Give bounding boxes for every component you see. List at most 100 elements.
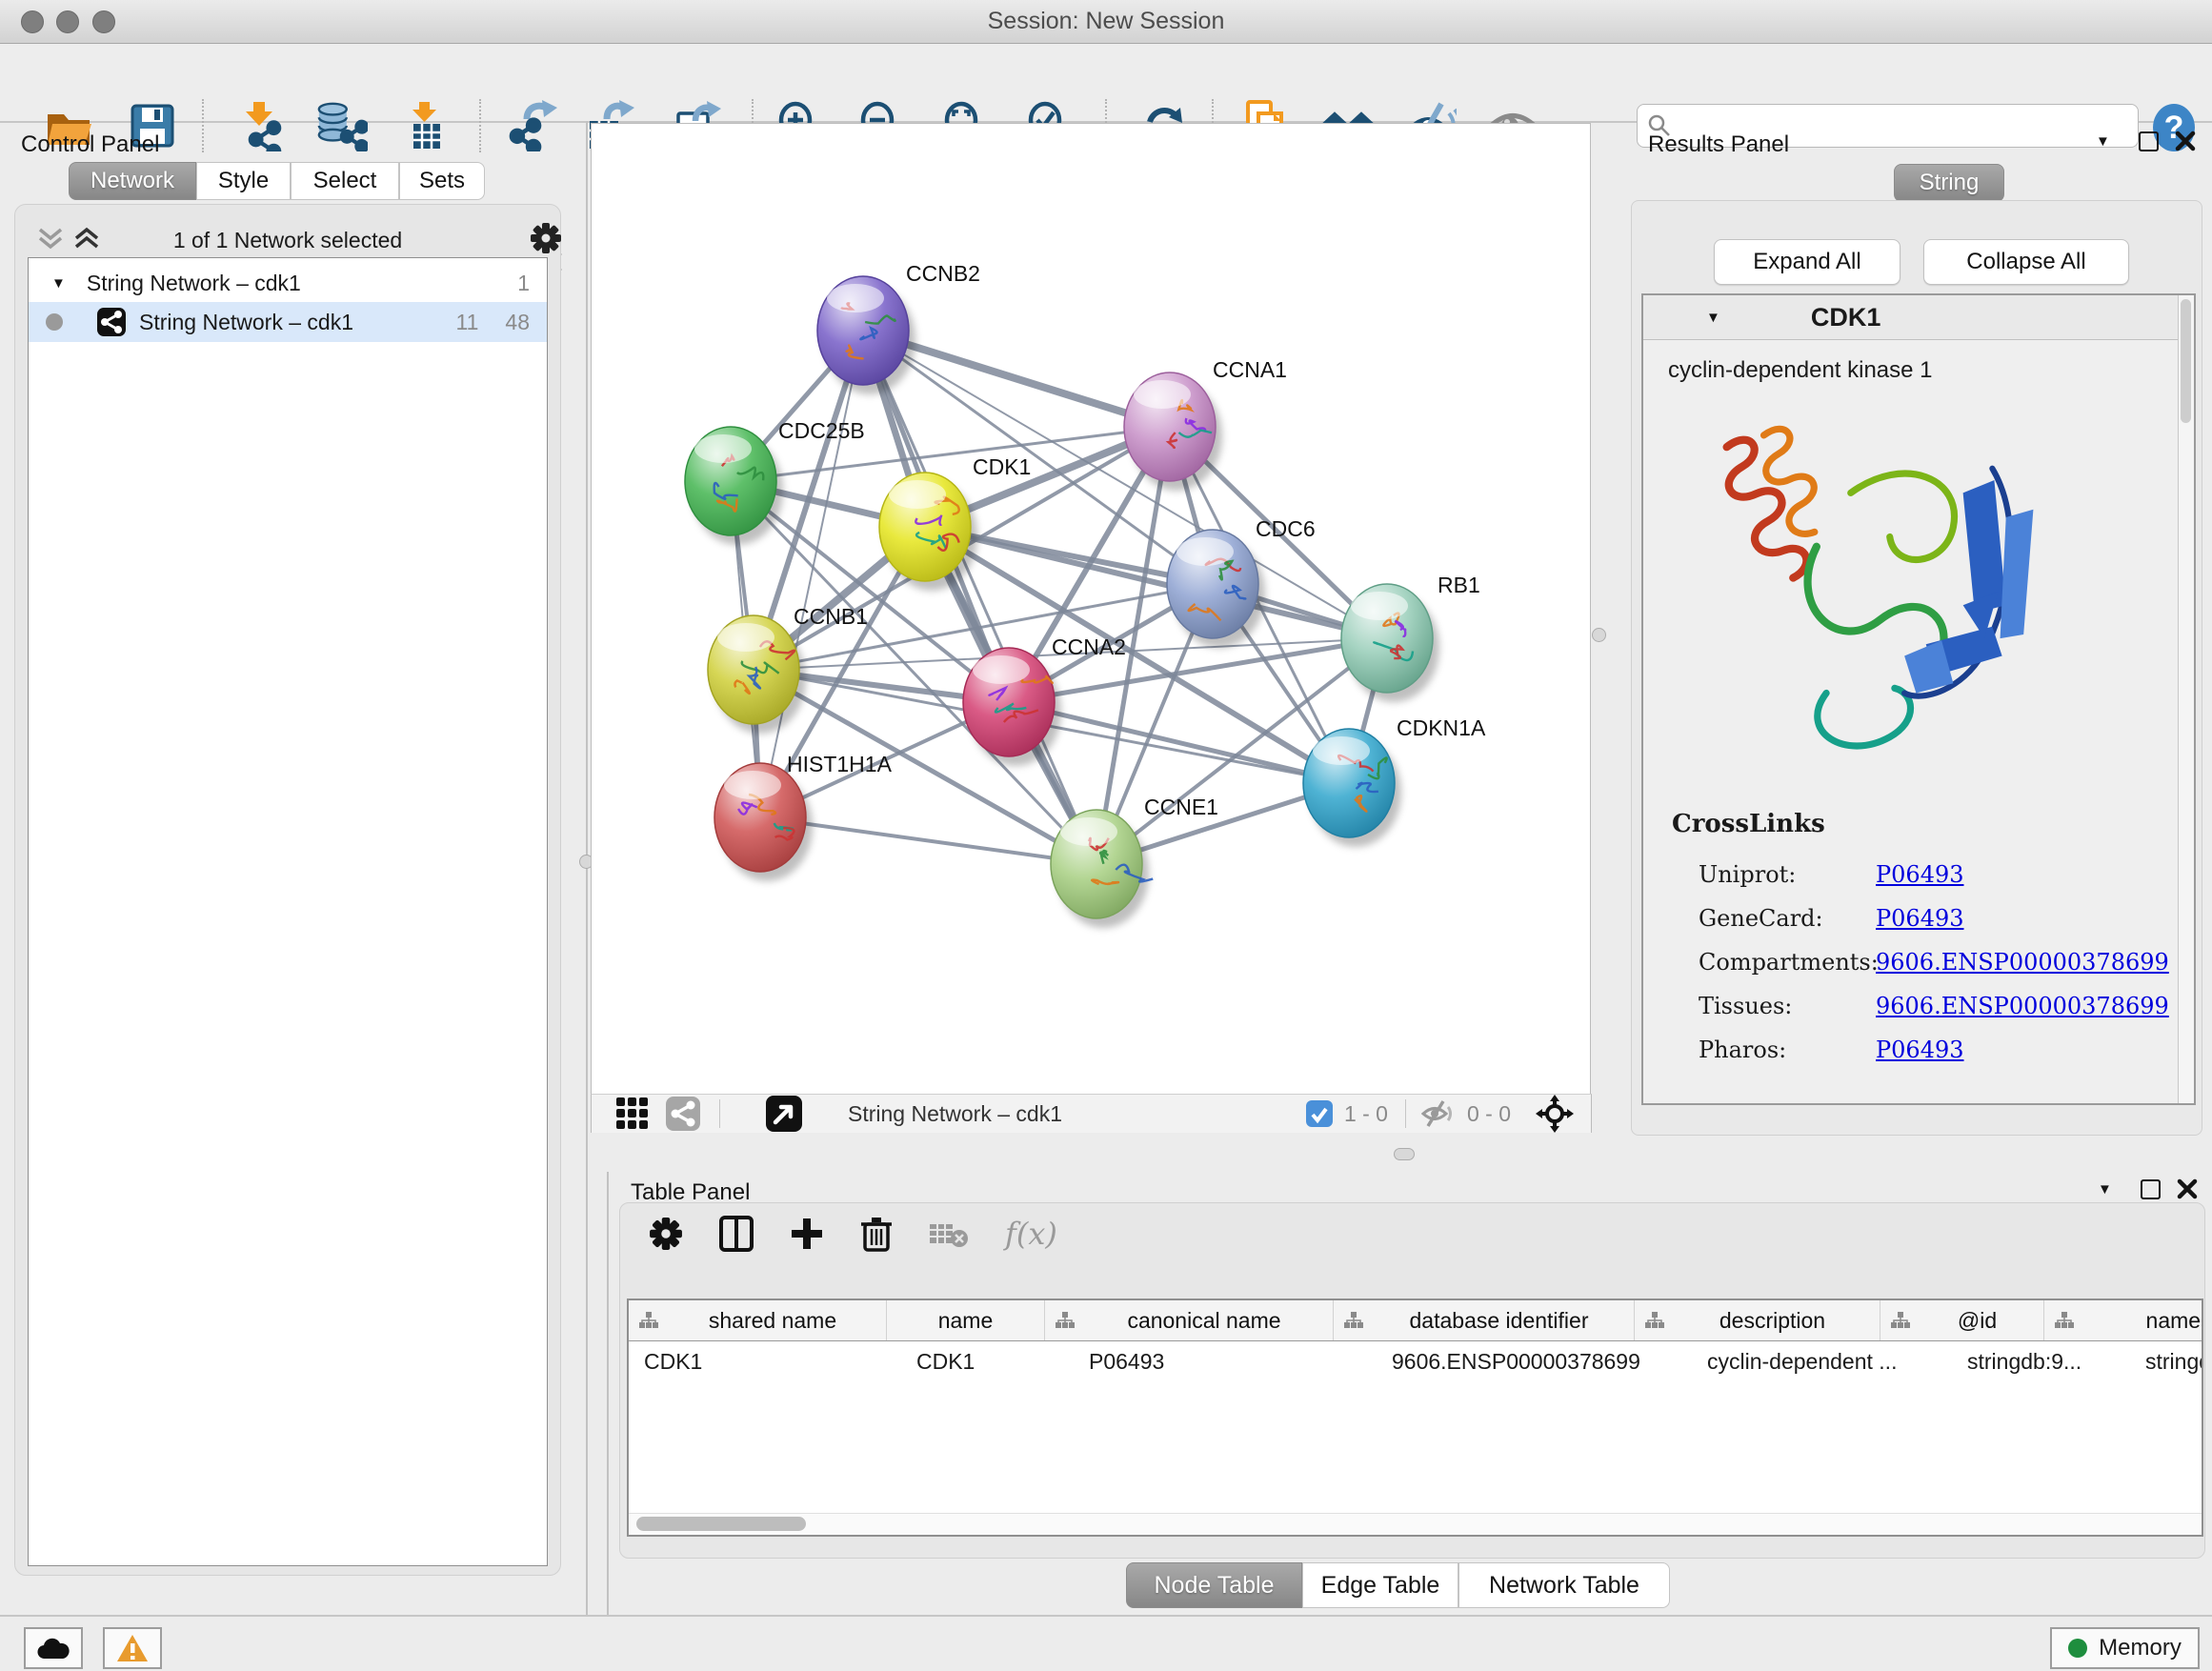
right-splitter-handle[interactable] [1592, 628, 1606, 642]
node-highlight [1060, 817, 1117, 846]
network-view-toolbar: String Network – cdk1 1 - 0 0 - 0 [591, 1094, 1592, 1133]
table-panel-menu-icon[interactable]: ▼ [2098, 1181, 2112, 1198]
selected-checkbox-icon[interactable] [1306, 1100, 1333, 1127]
crosslink-link[interactable]: 9606.ENSP00000378699 [1876, 993, 2169, 1019]
tab-network-table[interactable]: Network Table [1458, 1562, 1670, 1608]
node-label-cdk1: CDK1 [973, 454, 1031, 479]
collection-count: 1 [517, 271, 530, 296]
tab-style[interactable]: Style [196, 162, 291, 200]
function-builder-icon: f(x) [1005, 1216, 1057, 1252]
table-cell[interactable]: P06493 [1074, 1341, 1377, 1381]
node-label-cdkn1a: CDKN1A [1397, 715, 1486, 740]
expand-all-button[interactable]: Expand All [1714, 239, 1900, 285]
window-zoom-button[interactable] [92, 10, 115, 33]
pan-crosshair-icon[interactable] [1536, 1095, 1574, 1133]
tab-edge-table[interactable]: Edge Table [1302, 1562, 1458, 1608]
table-scrollbar-thumb[interactable] [636, 1517, 806, 1531]
table-row[interactable]: CDK1CDK1P064939606.ENSP00000378699cyclin… [629, 1341, 2202, 1381]
table-panel-body: f(x) shared namenamecanonical name databa… [619, 1202, 2205, 1559]
network-options-gear-icon[interactable] [530, 222, 562, 254]
network-selection-status: 1 of 1 Network selected [15, 228, 560, 253]
network-edge[interactable] [863, 331, 1096, 864]
memory-status-button[interactable]: Memory [2050, 1627, 2200, 1669]
add-column-plus-icon[interactable] [790, 1217, 824, 1251]
column-header-description[interactable]: description [1635, 1300, 1880, 1340]
network-view-title: String Network – cdk1 [848, 1101, 1062, 1127]
node-highlight [717, 623, 774, 652]
node-card-header[interactable]: ▼ CDK1 [1643, 295, 2194, 340]
column-header-database-identifier[interactable]: database identifier [1334, 1300, 1635, 1340]
status-bar: Memory [0, 1615, 2212, 1671]
crosslink-link[interactable]: P06493 [1876, 1037, 1964, 1063]
table-cell[interactable]: CDK1 [901, 1341, 1074, 1381]
tab-node-table[interactable]: Node Table [1126, 1562, 1302, 1608]
table-cell[interactable]: stringdb [2130, 1341, 2203, 1381]
cloud-status-button[interactable] [24, 1627, 83, 1669]
table-cell[interactable]: 9606.ENSP00000378699 [1377, 1341, 1692, 1381]
collection-expand-icon[interactable]: ▼ [51, 275, 66, 292]
table-horizontal-scrollbar[interactable] [629, 1513, 2202, 1535]
window-minimize-button[interactable] [56, 10, 79, 33]
crosslink-label: Tissues: [1699, 993, 1876, 1019]
collection-label: String Network – cdk1 [87, 271, 301, 296]
birdseye-grid-icon[interactable] [616, 1097, 649, 1130]
crosslink-link[interactable]: P06493 [1876, 905, 1964, 932]
network-node-count: 11 [456, 310, 479, 335]
card-vertical-scrollbar[interactable] [2178, 295, 2194, 1103]
column-header-@id[interactable]: @id [1880, 1300, 2044, 1340]
column-header-label: @id [1911, 1308, 2043, 1334]
crosslinks-heading: CrossLinks [1672, 810, 1825, 838]
column-tree-icon [1343, 1311, 1364, 1330]
table-panel-close-icon[interactable] [2177, 1178, 2198, 1199]
delete-column-trash-icon[interactable] [860, 1216, 893, 1252]
node-label-ccnb1: CCNB1 [794, 604, 868, 629]
node-table[interactable]: shared namenamecanonical name database id… [627, 1299, 2203, 1537]
table-panel-float-icon[interactable] [2141, 1179, 2161, 1199]
tab-string[interactable]: String [1894, 164, 2004, 202]
column-header-name[interactable]: name [887, 1300, 1045, 1340]
crosslink-label: Uniprot: [1699, 861, 1876, 888]
network-row-selected[interactable]: String Network – cdk1 11 48 [29, 302, 547, 342]
protein-structure-image [1670, 400, 2051, 791]
node-label-cdc6: CDC6 [1256, 516, 1316, 541]
window-close-button[interactable] [21, 10, 44, 33]
column-header-label: database identifier [1364, 1308, 1634, 1334]
crosslink-label: Pharos: [1699, 1037, 1876, 1063]
table-cell[interactable]: CDK1 [629, 1341, 901, 1381]
card-scrollbar-thumb[interactable] [2181, 299, 2191, 423]
node-highlight [889, 480, 946, 509]
crosslink-row: Uniprot:P06493 [1643, 853, 2177, 896]
string-badge-icon[interactable] [666, 1097, 700, 1131]
table-cell[interactable]: cyclin-dependent ... [1692, 1341, 1952, 1381]
main-toolbar: ? [0, 44, 2212, 123]
crosslink-row: Tissues:9606.ENSP00000378699 [1643, 984, 2177, 1028]
toolbar-divider [719, 1099, 720, 1128]
column-header-shared-name[interactable]: shared name [629, 1300, 887, 1340]
network-canvas[interactable]: CCNB2CCNA1CDC25BCDK1CDC6RB1CCNB1CCNA2CDK… [591, 123, 1591, 1095]
network-collection-row[interactable]: ▼ String Network – cdk1 1 [29, 264, 547, 302]
node-details-card: ▼ CDK1 cyclin-dependent kinase 1 [1641, 293, 2196, 1105]
table-tabs: Node Table Edge Table Network Table [1126, 1562, 1670, 1608]
memory-status-dot [2068, 1639, 2087, 1658]
tab-sets[interactable]: Sets [399, 162, 485, 200]
crosslink-link[interactable]: 9606.ENSP00000378699 [1876, 949, 2169, 976]
crosslink-label: Compartments: [1699, 949, 1876, 976]
horizontal-splitter-handle[interactable] [1394, 1148, 1415, 1160]
toolbar-divider [1405, 1099, 1406, 1128]
tab-network[interactable]: Network [69, 162, 196, 200]
table-gear-icon[interactable] [649, 1217, 683, 1251]
results-panel-float-icon[interactable] [2139, 131, 2159, 151]
results-panel-menu-icon[interactable]: ▼ [2096, 133, 2110, 150]
show-columns-icon[interactable] [719, 1216, 754, 1252]
collapse-all-button[interactable]: Collapse All [1923, 239, 2129, 285]
column-header-canonical-name[interactable]: canonical name [1045, 1300, 1334, 1340]
node-card-collapse-icon[interactable]: ▼ [1706, 310, 1720, 326]
open-in-window-icon[interactable] [766, 1096, 802, 1132]
tab-select[interactable]: Select [291, 162, 399, 200]
table-cell[interactable]: stringdb:9... [1952, 1341, 2130, 1381]
warnings-status-button[interactable] [103, 1627, 162, 1669]
crosslink-link[interactable]: P06493 [1876, 861, 1964, 888]
column-header-namespace[interactable]: namespace [2044, 1300, 2203, 1340]
results-panel-close-icon[interactable] [2175, 131, 2196, 151]
crosslink-row: GeneCard:P06493 [1643, 896, 2177, 940]
